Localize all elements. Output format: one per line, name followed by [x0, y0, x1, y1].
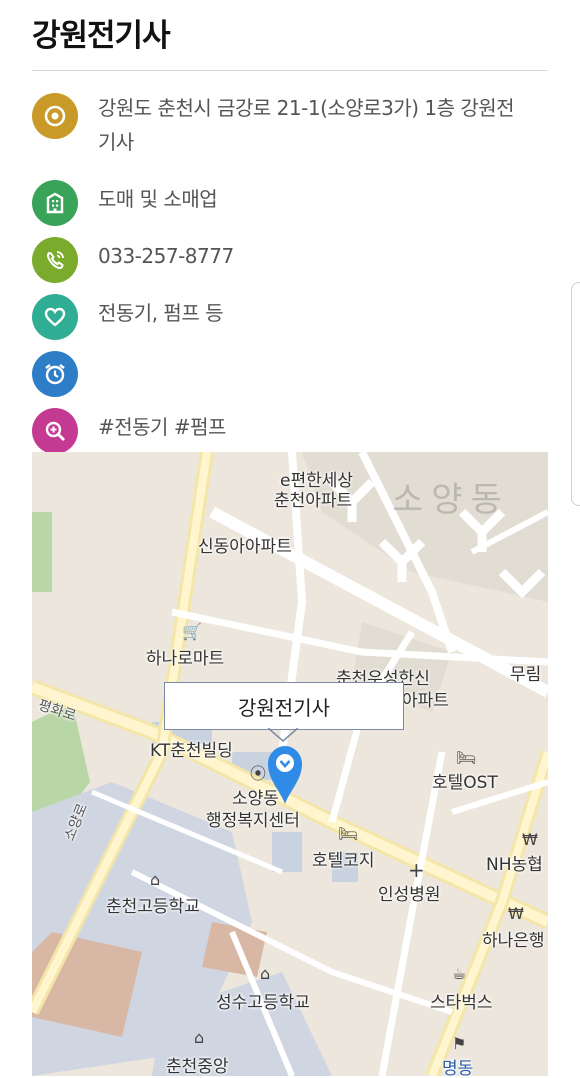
hotel-icon: 🛏	[456, 748, 477, 767]
hospital-icon: +	[408, 858, 425, 882]
category-text: 도매 및 소매업	[98, 187, 218, 211]
hotel-icon: 🛏	[338, 824, 359, 843]
search-zoom-icon	[32, 408, 78, 454]
location-map[interactable]: e편한세상 춘천아파트 소양동 신동아아파트 🛒 하나로마트 춘천우성한신 아파…	[32, 452, 548, 1076]
map-label-murim: 무림	[510, 665, 542, 685]
school-icon: ⌂	[194, 1028, 205, 1047]
cafe-icon: ☕	[452, 964, 467, 983]
address-text: 강원도 춘천시 금강로 21-1(소양로3가) 1층 강원전	[98, 96, 515, 120]
map-label-hana: 하나은행	[482, 931, 545, 951]
public-office-icon: ⦿	[250, 764, 267, 783]
map-label-myeongdong: 명동	[442, 1059, 474, 1076]
tags-text: #전동기 #펌프	[98, 415, 226, 439]
cart-icon: 🛒	[182, 622, 202, 641]
map-label-school-2: 성수고등학교	[216, 993, 310, 1013]
bank-icon: ₩	[508, 904, 524, 923]
map-label-starbucks: 스타벅스	[430, 993, 493, 1013]
heart-icon	[32, 294, 78, 340]
map-label-apartment-1b: 춘천아파트	[274, 491, 353, 511]
building-icon	[32, 180, 78, 226]
callout-pointer	[268, 728, 298, 742]
map-label-apartment-3b: 아파트	[402, 691, 449, 711]
bank-icon: ₩	[522, 830, 538, 849]
alarm-clock-icon	[32, 351, 78, 397]
map-label-mart: 하나로마트	[146, 649, 225, 669]
map-marker-icon[interactable]	[266, 744, 304, 806]
phone-icon[interactable]	[32, 237, 78, 283]
map-callout[interactable]: 강원전기사	[164, 682, 404, 730]
map-label-district: 소양동	[392, 480, 510, 520]
title-divider	[32, 70, 548, 71]
flag-icon: ⚑	[452, 1034, 467, 1053]
address-text-cont: 기사	[98, 130, 134, 154]
map-label-school-1: 춘천고등학교	[106, 897, 200, 917]
side-scroll-handle[interactable]	[571, 282, 580, 506]
map-label-hotel-kozi: 호텔코지	[312, 851, 375, 871]
phone-text[interactable]: 033-257-8777	[98, 241, 234, 271]
map-label-center-b: 행정복지센터	[206, 811, 300, 831]
location-pin-icon	[32, 93, 78, 139]
map-label-nh: NH농협	[486, 855, 543, 875]
school-icon: ⌂	[260, 964, 271, 983]
map-label-middle-school: 춘천중앙	[166, 1057, 229, 1076]
services-text: 전동기, 펌프 등	[98, 301, 223, 325]
school-icon: ⌂	[150, 870, 161, 889]
map-label-hospital: 인성병원	[378, 885, 441, 905]
business-title: 강원전기사	[32, 18, 171, 54]
map-label-apartment-2: 신동아아파트	[198, 537, 292, 557]
map-label-hotel-ost: 호텔OST	[432, 773, 498, 793]
map-label-kt: KT춘천빌딩	[150, 741, 233, 761]
